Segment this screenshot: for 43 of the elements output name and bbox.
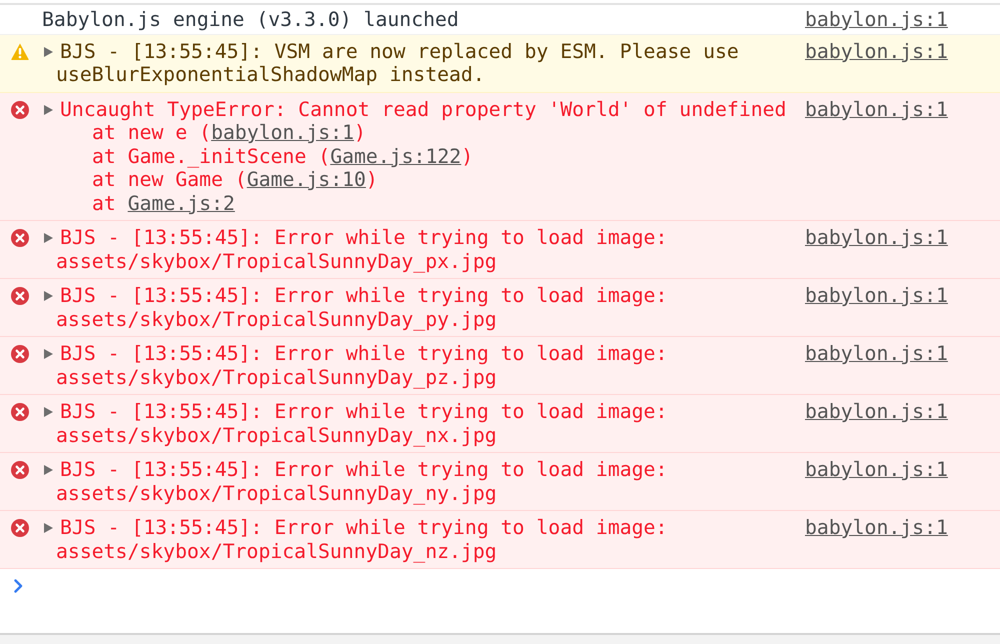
disclosure-triangle-icon[interactable] (44, 104, 53, 114)
message-text: BJS - [13:55:45]: Error while trying to load image: assets/skybox/TropicalSunnyDay_py.jpg (56, 284, 668, 331)
disclosure-triangle-icon[interactable] (44, 46, 53, 56)
message-text: Uncaught TypeError: Cannot read property 'World' of undefined (59, 98, 788, 121)
message-text: BJS - [13:55:45]: VSM are now replaced by ESM. Please use useBlurExponentialShadowMap instead. (56, 40, 740, 86)
source-link[interactable]: babylon.js:1 (805, 342, 948, 366)
message-text: BJS - [13:55:45]: Error while trying to load image: assets/skybox/TropicalSunnyDay_nz.jpg (56, 516, 668, 563)
error-icon (11, 229, 29, 247)
disclosure-triangle-icon[interactable] (44, 349, 53, 359)
message-text: BJS - [13:55:45]: Error while trying to load image: assets/skybox/TropicalSunnyDay_pz.jpg (56, 342, 668, 389)
source-link[interactable]: babylon.js:1 (805, 40, 948, 63)
source-link[interactable]: babylon.js:1 (805, 8, 948, 32)
prompt-chevron-icon (14, 579, 23, 593)
disclosure-triangle-icon[interactable] (44, 291, 53, 301)
source-link[interactable]: babylon.js:1 (805, 458, 948, 482)
source-link[interactable]: babylon.js:1 (805, 284, 948, 308)
stack-frame-text: at Game._initScene (Game.js:122) (91, 144, 474, 168)
message-text: BJS - [13:55:45]: Error while trying to load image: assets/skybox/TropicalSunnyDay_nx.jpg (56, 400, 668, 447)
disclosure-triangle-icon[interactable] (44, 233, 53, 243)
error-icon (11, 100, 29, 118)
source-link[interactable]: babylon.js:1 (805, 226, 948, 250)
stack-source-link[interactable]: Game.js:2 (128, 192, 235, 214)
disclosure-triangle-icon[interactable] (44, 407, 53, 417)
warning-icon (11, 42, 29, 60)
stack-source-link[interactable]: Game.js:10 (246, 168, 366, 191)
message-text: Babylon.js engine (v3.3.0) launched (42, 8, 460, 32)
error-icon (11, 519, 29, 537)
stack-source-link[interactable]: babylon.js:1 (211, 121, 354, 144)
source-link[interactable]: babylon.js:1 (805, 516, 948, 540)
stack-frame-text: at Game.js:2 (91, 192, 236, 215)
message-text: BJS - [13:55:45]: Error while trying to load image: assets/skybox/TropicalSunnyDay_px.jpg (56, 226, 668, 273)
source-link[interactable]: babylon.js:1 (805, 400, 948, 424)
error-icon (11, 345, 29, 363)
source-link[interactable]: babylon.js:1 (805, 98, 948, 121)
message-text: BJS - [13:55:45]: Error while trying to load image: assets/skybox/TropicalSunnyDay_ny.jpg (56, 458, 668, 505)
error-icon (11, 461, 29, 479)
error-icon (11, 403, 29, 421)
disclosure-triangle-icon[interactable] (44, 523, 53, 533)
stack-frame-text: at new Game (Game.js:10) (91, 168, 379, 192)
disclosure-triangle-icon[interactable] (44, 465, 53, 475)
stack-source-link[interactable]: Game.js:122 (330, 144, 462, 168)
error-icon (11, 287, 29, 305)
stack-frame-text: at new e (babylon.js:1) (91, 121, 367, 144)
